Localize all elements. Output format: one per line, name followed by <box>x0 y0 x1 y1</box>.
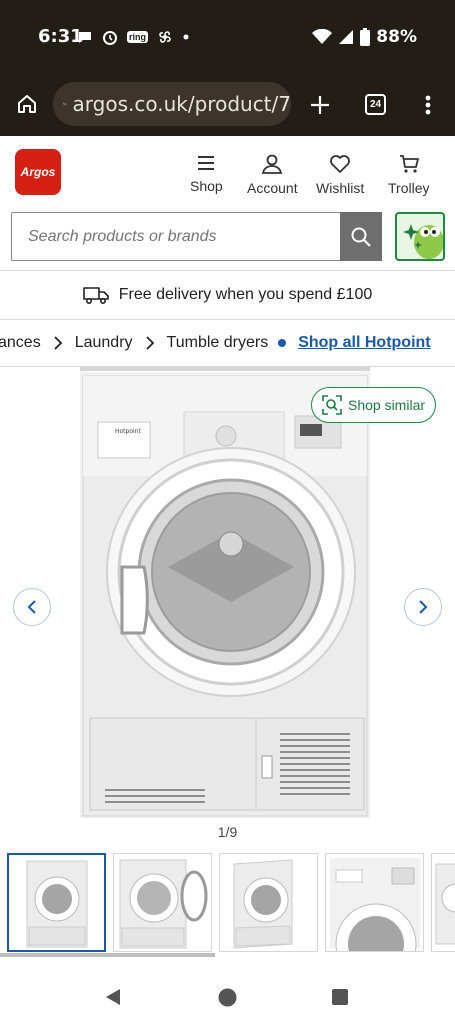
battery-percent: 88% <box>376 27 417 47</box>
nav-trolley-label: Trolley <box>388 180 430 196</box>
site-settings-icon[interactable] <box>63 96 67 112</box>
delivery-text: Free delivery when you spend £100 <box>118 286 373 303</box>
home-icon[interactable] <box>16 93 38 115</box>
thumbnail-5[interactable] <box>431 853 455 952</box>
search-icon <box>351 227 371 247</box>
new-tab-icon[interactable] <box>309 94 331 116</box>
delivery-banner[interactable]: Free delivery when you spend £100 <box>0 272 455 318</box>
trolley-icon <box>399 155 419 173</box>
thumbnail-image <box>435 863 455 945</box>
thumbnail-strip <box>7 853 455 953</box>
nav-trolley[interactable]: Trolley <box>388 154 430 196</box>
divider <box>0 270 455 271</box>
brand-text: Hotpoint <box>115 428 141 435</box>
signal-icon <box>339 30 354 44</box>
status-system-icons: 88% <box>312 26 417 48</box>
home-button-icon[interactable] <box>218 988 237 1007</box>
nav-account[interactable]: Account <box>247 154 298 196</box>
nav-shop-label: Shop <box>190 178 223 194</box>
visual-search-icon <box>322 395 342 415</box>
wifi-icon <box>312 29 333 44</box>
thumbnail-image <box>26 860 88 948</box>
more-options-icon[interactable] <box>424 94 432 116</box>
status-bar: 6:31 ring 88% <box>0 0 455 72</box>
fan-icon <box>159 31 171 43</box>
nav-shop[interactable]: Shop <box>190 154 223 194</box>
shop-all-hotpoint-link[interactable]: Shop all Hotpoint <box>298 334 430 352</box>
thumbnail-scroll-indicator <box>0 953 215 957</box>
thumbnail-1[interactable] <box>7 853 106 952</box>
browser-toolbar: argos.co.uk/product/7 24 <box>0 72 455 136</box>
breadcrumb-dot <box>278 339 287 347</box>
breadcrumb: ances Laundry Tumble dryers Shop all Hot… <box>0 320 455 366</box>
thumbnail-4[interactable] <box>325 853 424 952</box>
tab-switcher-button[interactable]: 24 <box>365 94 386 115</box>
dot-icon <box>183 34 189 40</box>
heart-icon <box>330 155 350 173</box>
search-button[interactable] <box>340 212 382 261</box>
nav-wishlist[interactable]: Wishlist <box>316 154 364 196</box>
thumbnail-2[interactable] <box>113 853 212 952</box>
address-bar[interactable]: argos.co.uk/product/7 <box>53 82 291 126</box>
mascot-icon <box>403 224 443 259</box>
thumbnail-3[interactable] <box>219 853 318 952</box>
delivery-van-icon <box>82 287 109 305</box>
url-text: argos.co.uk/product/7 <box>72 92 291 116</box>
ring-icon: ring <box>127 31 148 43</box>
previous-image-button[interactable] <box>13 588 51 626</box>
thumbnail-image <box>233 859 293 949</box>
person-icon <box>262 154 283 174</box>
breadcrumb-appliances[interactable]: ances <box>0 334 41 352</box>
search-row <box>0 208 455 270</box>
nav-wishlist-label: Wishlist <box>316 180 365 196</box>
breadcrumb-laundry[interactable]: Laundry <box>75 334 133 352</box>
breadcrumb-tumble-dryers[interactable]: Tumble dryers <box>167 334 269 352</box>
site-header: Argos Shop Account Wishlist Trolley <box>0 136 455 208</box>
battery-icon <box>360 28 371 46</box>
thumbnail-image <box>119 859 208 949</box>
mascot-ai-assistant-button[interactable] <box>395 212 445 261</box>
product-image-tumble-dryer[interactable]: Hotpoint <box>80 372 370 818</box>
argos-logo[interactable]: Argos <box>15 149 61 195</box>
status-notification-icons: ring <box>77 26 190 48</box>
chat-icon <box>79 32 91 43</box>
android-navigation-bar <box>0 968 455 1024</box>
image-counter: 1/9 <box>217 824 238 840</box>
shop-similar-button[interactable]: Shop similar <box>311 387 436 423</box>
menu-icon <box>198 156 215 170</box>
thumbnail-image <box>330 858 420 951</box>
chevron-left-icon <box>27 600 36 614</box>
next-image-button[interactable] <box>404 588 442 626</box>
nav-account-label: Account <box>247 180 298 196</box>
shop-similar-label: Shop similar <box>347 397 426 413</box>
search-input[interactable] <box>11 212 341 261</box>
alarm-icon <box>103 31 117 45</box>
back-icon[interactable] <box>104 988 122 1006</box>
gallery-top-edge <box>80 366 370 371</box>
chevron-right-icon <box>54 336 62 350</box>
recents-icon[interactable] <box>332 989 348 1005</box>
chevron-right-icon <box>419 600 428 614</box>
chevron-right-icon <box>145 336 154 350</box>
